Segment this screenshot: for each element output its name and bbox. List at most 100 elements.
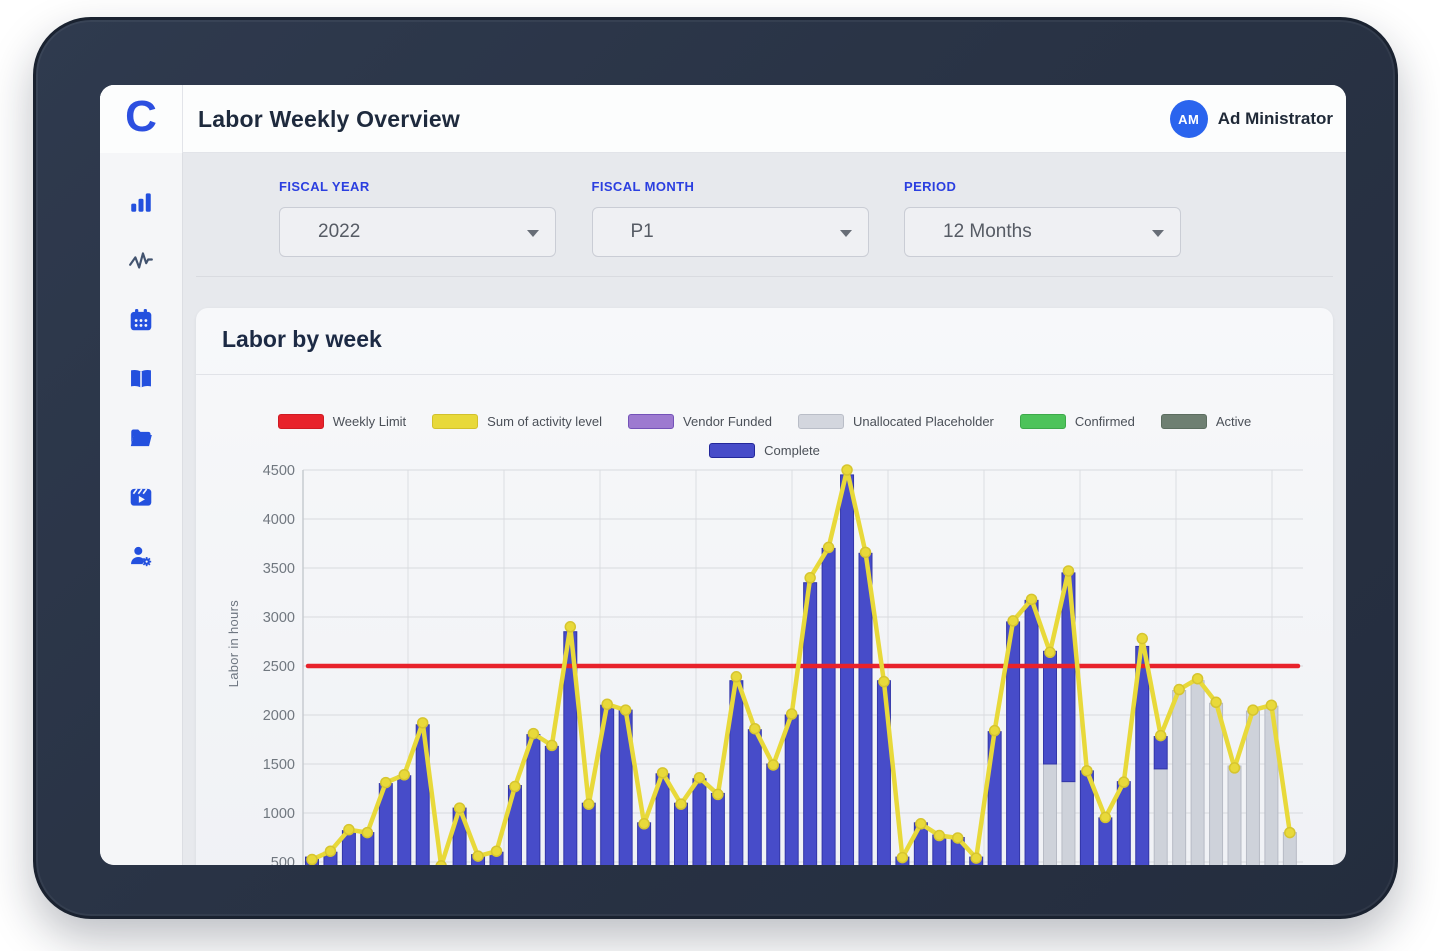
activity-point-week-5	[381, 778, 391, 788]
bar-complete-week-21	[675, 803, 688, 865]
y-tick-label: 1500	[263, 757, 295, 773]
y-tick-label: 500	[271, 855, 295, 865]
activity-point-week-6	[399, 770, 409, 780]
app-logo: C	[125, 95, 157, 139]
book-icon	[128, 366, 154, 397]
activity-point-week-18	[621, 705, 631, 715]
bar-complete-week-6	[398, 776, 411, 865]
labor-by-week-chart: Labor in hours 5001000150020002500300035…	[196, 308, 1333, 865]
activity-point-week-30	[842, 465, 852, 475]
activity-point-week-16	[584, 799, 594, 809]
sidebar-item-activity[interactable]	[126, 250, 156, 276]
activity-point-week-2	[325, 846, 335, 856]
filter-label-fiscal-month: FISCAL MONTH	[592, 179, 695, 194]
filter-select-fiscal-year[interactable]: 2022	[279, 207, 556, 257]
filter-select-period[interactable]: 12 Months	[904, 207, 1181, 257]
activity-point-week-31	[861, 547, 871, 557]
filter-value: 12 Months	[943, 221, 1032, 243]
bar-complete-week-44	[1099, 818, 1112, 865]
bar-complete-week-29	[822, 548, 835, 865]
activity-point-week-19	[639, 819, 649, 829]
bar-unallocated-week-51	[1228, 766, 1241, 865]
bar-unallocated-week-47	[1154, 769, 1167, 865]
bar-complete-week-40	[1025, 600, 1038, 865]
filter-value: P1	[631, 221, 654, 243]
bar-complete-week-13	[527, 735, 540, 865]
y-tick-label: 4500	[263, 463, 295, 479]
activity-point-week-17	[602, 699, 612, 709]
filter-select-fiscal-month[interactable]: P1	[592, 207, 869, 257]
activity-point-week-1	[307, 855, 317, 865]
activity-icon	[128, 248, 154, 279]
activity-point-week-3	[344, 825, 354, 835]
activity-point-week-4	[362, 828, 372, 838]
y-tick-label: 3000	[263, 610, 295, 626]
bar-complete-week-23	[711, 793, 724, 865]
activity-point-week-37	[971, 853, 981, 863]
activity-point-week-15	[565, 622, 575, 632]
page-title: Labor Weekly Overview	[198, 85, 460, 153]
activity-point-week-33	[897, 853, 907, 863]
activity-point-week-43	[1082, 766, 1092, 776]
bar-unallocated-week-42	[1062, 782, 1075, 865]
y-tick-label: 2500	[263, 659, 295, 675]
sidebar-item-calendar[interactable]	[126, 309, 156, 335]
chart-canvas: 50010001500200025003000350040004500	[196, 308, 1333, 865]
activity-point-week-9	[455, 803, 465, 813]
sidebar-item-bar-chart[interactable]	[126, 191, 156, 217]
activity-point-week-54	[1285, 828, 1295, 838]
bar-complete-week-26	[767, 764, 780, 865]
sidebar	[100, 153, 183, 865]
video-icon	[128, 484, 154, 515]
activity-point-week-53	[1266, 700, 1276, 710]
activity-point-week-23	[713, 789, 723, 799]
bar-complete-week-25	[748, 730, 761, 865]
chevron-down-icon	[840, 230, 852, 237]
filters-divider	[196, 276, 1333, 277]
activity-point-week-49	[1193, 674, 1203, 684]
activity-point-week-13	[528, 729, 538, 739]
activity-point-week-24	[731, 672, 741, 682]
activity-point-week-46	[1137, 634, 1147, 644]
activity-point-week-51	[1230, 763, 1240, 773]
app-logo-cell: C	[100, 85, 183, 153]
filter-label-fiscal-year: FISCAL YEAR	[279, 179, 370, 194]
user-name: Ad Ministrator	[1218, 109, 1333, 129]
activity-point-week-32	[879, 677, 889, 687]
y-tick-label: 3500	[263, 561, 295, 577]
activity-point-week-29	[824, 542, 834, 552]
avatar[interactable]: AM	[1170, 100, 1208, 138]
bar-complete-week-47	[1154, 737, 1167, 769]
activity-point-week-11	[492, 846, 502, 856]
activity-point-week-22	[694, 773, 704, 783]
bar-complete-week-22	[693, 779, 706, 865]
app-screen: C Labor Weekly Overview AM Ad Ministrato…	[100, 85, 1346, 865]
activity-point-week-34	[916, 819, 926, 829]
activity-point-week-28	[805, 573, 815, 583]
activity-point-week-47	[1156, 731, 1166, 741]
activity-point-week-36	[953, 833, 963, 843]
sidebar-item-book[interactable]	[126, 368, 156, 394]
labor-by-week-card: Labor by week Weekly LimitSum of activit…	[196, 308, 1333, 865]
activity-point-week-27	[787, 709, 797, 719]
activity-point-week-45	[1119, 777, 1129, 787]
user-menu[interactable]: AM Ad Ministrator	[1170, 85, 1333, 153]
activity-point-week-40	[1027, 594, 1037, 604]
activity-point-week-38	[990, 726, 1000, 736]
filter-value: 2022	[318, 221, 360, 243]
calendar-icon	[128, 307, 154, 338]
sidebar-item-folder[interactable]	[126, 427, 156, 453]
y-tick-label: 2000	[263, 708, 295, 724]
activity-point-week-44	[1100, 812, 1110, 822]
activity-point-week-39	[1008, 616, 1018, 626]
activity-point-week-41	[1045, 647, 1055, 657]
activity-point-week-25	[750, 724, 760, 734]
activity-point-week-14	[547, 740, 557, 750]
sidebar-item-video[interactable]	[126, 486, 156, 512]
chevron-down-icon	[1152, 230, 1164, 237]
activity-point-week-20	[658, 768, 668, 778]
bar-complete-week-14	[545, 746, 558, 865]
sidebar-item-user-settings[interactable]	[126, 545, 156, 571]
activity-point-week-8	[436, 861, 446, 865]
y-axis-title: Labor in hours	[226, 600, 241, 687]
